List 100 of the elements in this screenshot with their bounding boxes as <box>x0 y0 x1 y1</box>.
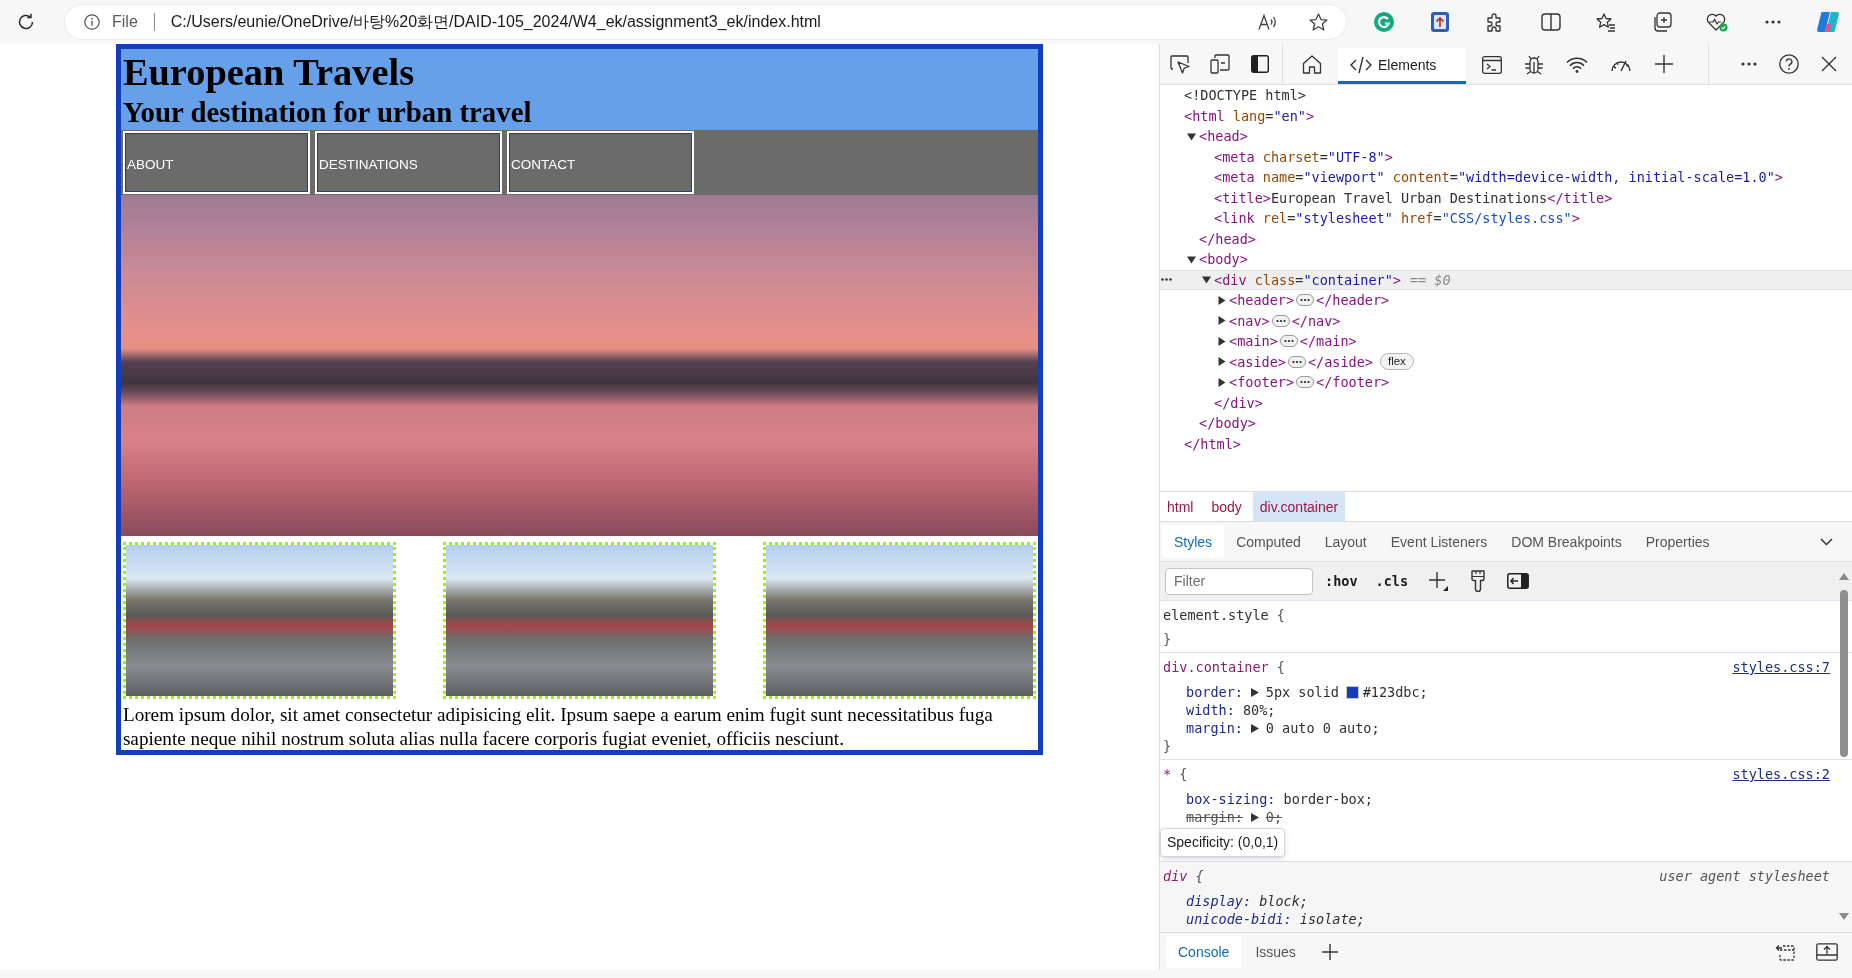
sidebar-toggle-icon <box>1507 573 1530 589</box>
css-property-value[interactable]: 0 auto 0 auto; <box>1265 720 1380 736</box>
plus-icon <box>1655 55 1673 73</box>
scroll-up-icon[interactable] <box>1839 573 1849 580</box>
css-property-value[interactable]: 5px solid <box>1265 684 1339 700</box>
pane-tab[interactable]: Event Listeners <box>1378 525 1500 558</box>
url-field[interactable]: C:/Users/eunie/OneDrive/바탕%20화면/DAID-105_2024/W4_ek/assignment3_ek/index.html <box>170 11 821 33</box>
stylesheet-link[interactable]: styles.css:2 <box>1732 766 1830 782</box>
site-info-button[interactable]: File <box>84 13 138 31</box>
expand-triangle-icon[interactable] <box>1251 687 1259 697</box>
ellipsis-icon[interactable] <box>1279 335 1298 348</box>
hover-state-button[interactable]: :hov <box>1319 567 1364 595</box>
expanded-triangle-icon[interactable] <box>1187 131 1196 141</box>
drawer-tab[interactable]: Console <box>1166 935 1242 968</box>
collapsed-triangle-icon[interactable] <box>1217 357 1226 367</box>
class-toggle-button[interactable]: .cls <box>1369 567 1415 595</box>
dom-node[interactable]: <head> <box>1160 126 1852 147</box>
bug-icon <box>1524 54 1544 75</box>
dom-node[interactable]: <title>European Travel Urban Destinations</title> <box>1160 187 1852 208</box>
pane-tab[interactable]: DOM Breakpoints <box>1499 525 1634 558</box>
pane-tab[interactable]: Layout <box>1312 525 1379 558</box>
stacked-squares-icon <box>1651 12 1672 32</box>
css-closing-brace: } <box>1163 631 1172 647</box>
pane-tab[interactable]: Computed <box>1224 525 1313 558</box>
expand-triangle-icon[interactable] <box>1251 723 1259 733</box>
ellipsis-icon[interactable] <box>1296 376 1315 389</box>
css-property-name[interactable]: border: <box>1186 684 1243 700</box>
collapsed-triangle-icon[interactable] <box>1217 316 1226 326</box>
expanded-triangle-icon[interactable] <box>1202 275 1211 285</box>
css-property-value[interactable]: isolate; <box>1299 911 1365 927</box>
css-property-name[interactable]: unicode-bidi: <box>1186 911 1292 927</box>
css-closing-brace: } <box>1163 738 1172 754</box>
elements-tab[interactable]: Elements <box>1338 48 1466 84</box>
css-property-value[interactable]: 0; <box>1265 809 1282 825</box>
refresh-icon <box>17 13 35 31</box>
ellipsis-icon[interactable] <box>1296 294 1315 307</box>
dom-node[interactable]: </body> <box>1160 413 1852 434</box>
nav-link[interactable]: DESTINATIONS <box>314 131 502 194</box>
css-selector[interactable]: div { <box>1163 868 1204 884</box>
collapsed-triangle-icon[interactable] <box>1217 295 1226 305</box>
dom-node[interactable]: <meta charset="UTF-8"> <box>1160 146 1852 167</box>
collapsed-triangle-icon[interactable] <box>1217 336 1226 346</box>
collapsed-triangle-icon[interactable] <box>1217 377 1226 387</box>
dom-node[interactable]: <header> </header> <box>1160 290 1852 311</box>
expanded-triangle-icon[interactable] <box>1187 254 1196 264</box>
dom-node[interactable]: <html lang="en"> <box>1160 105 1852 126</box>
css-selector[interactable]: element.style { <box>1163 607 1285 623</box>
pane-tab[interactable]: Styles <box>1162 525 1225 558</box>
nav-link[interactable]: CONTACT <box>506 131 694 194</box>
filter-field[interactable]: Filter <box>1165 567 1313 595</box>
more-icon <box>1764 20 1781 24</box>
dom-node[interactable]: <aside> </aside> flex <box>1160 351 1852 372</box>
sidebar-panel-icon <box>1251 55 1269 73</box>
devices-icon <box>1210 54 1230 74</box>
dom-node[interactable]: <footer> </footer> <box>1160 372 1852 393</box>
css-selector[interactable]: div.container { <box>1163 659 1285 675</box>
dom-node[interactable]: <link rel="stylesheet" href="CSS/styles.css"> <box>1160 208 1852 229</box>
breadcrumb[interactable]: div.container <box>1252 492 1346 521</box>
breadcrumb[interactable]: html <box>1160 492 1201 521</box>
ellipsis-icon[interactable] <box>1271 314 1290 327</box>
arrow-tile-icon <box>1430 12 1449 32</box>
css-property-name[interactable]: margin: <box>1186 809 1243 825</box>
css-property-value[interactable]: border-box; <box>1283 791 1373 807</box>
expand-triangle-icon[interactable] <box>1251 812 1259 822</box>
stylesheet-link[interactable]: styles.css:7 <box>1732 659 1830 675</box>
css-selector[interactable]: * { <box>1163 766 1188 782</box>
dom-node[interactable]: </head> <box>1160 228 1852 249</box>
css-property-name[interactable]: margin: <box>1186 720 1243 736</box>
more-icon <box>1741 62 1757 66</box>
css-property-name[interactable]: width: <box>1186 702 1235 718</box>
dom-node[interactable]: </div> <box>1160 392 1852 413</box>
dom-node[interactable]: <nav> </nav> <box>1160 310 1852 331</box>
more-dots-icon[interactable] <box>1160 278 1172 282</box>
dom-node[interactable]: <main> </main> <box>1160 331 1852 352</box>
scrollbar-thumb[interactable] <box>1840 590 1848 757</box>
css-property-name[interactable]: display: <box>1186 893 1252 909</box>
dom-node[interactable]: <body> <box>1160 249 1852 270</box>
dom-node[interactable]: <!DOCTYPE html> <box>1160 85 1852 106</box>
css-property-value[interactable]: block; <box>1259 893 1308 909</box>
css-property-name[interactable]: box-sizing: <box>1186 791 1276 807</box>
breadcrumb[interactable]: body <box>1204 492 1249 521</box>
dom-node[interactable]: <meta name="viewport" content="width=device-width, initial-scale=1.0"> <box>1160 167 1852 188</box>
scroll-down-icon[interactable] <box>1839 913 1849 920</box>
round-logo-icon <box>1374 12 1394 32</box>
nav-link[interactable]: ABOUT <box>122 131 310 194</box>
flex-badge[interactable]: flex <box>1379 353 1414 371</box>
css-property-value[interactable]: #123dbc; <box>1362 684 1428 700</box>
color-swatch-icon[interactable] <box>1347 686 1358 698</box>
pane-tab[interactable]: Properties <box>1633 525 1722 558</box>
dock-arrow-icon <box>1775 942 1795 961</box>
ellipsis-icon[interactable] <box>1287 355 1306 368</box>
paint-brush-icon <box>1471 570 1486 592</box>
css-property-value[interactable]: 80%; <box>1242 702 1276 718</box>
dom-node[interactable]: </html> <box>1160 433 1852 454</box>
star-icon <box>1308 13 1328 31</box>
dom-node[interactable]: <div class="container"> == $0 <box>1160 269 1852 290</box>
star-list-icon <box>1596 12 1616 32</box>
drawer-tab[interactable]: Issues <box>1243 935 1308 968</box>
chevron-down-icon <box>1819 538 1833 546</box>
console-icon <box>1482 55 1502 74</box>
